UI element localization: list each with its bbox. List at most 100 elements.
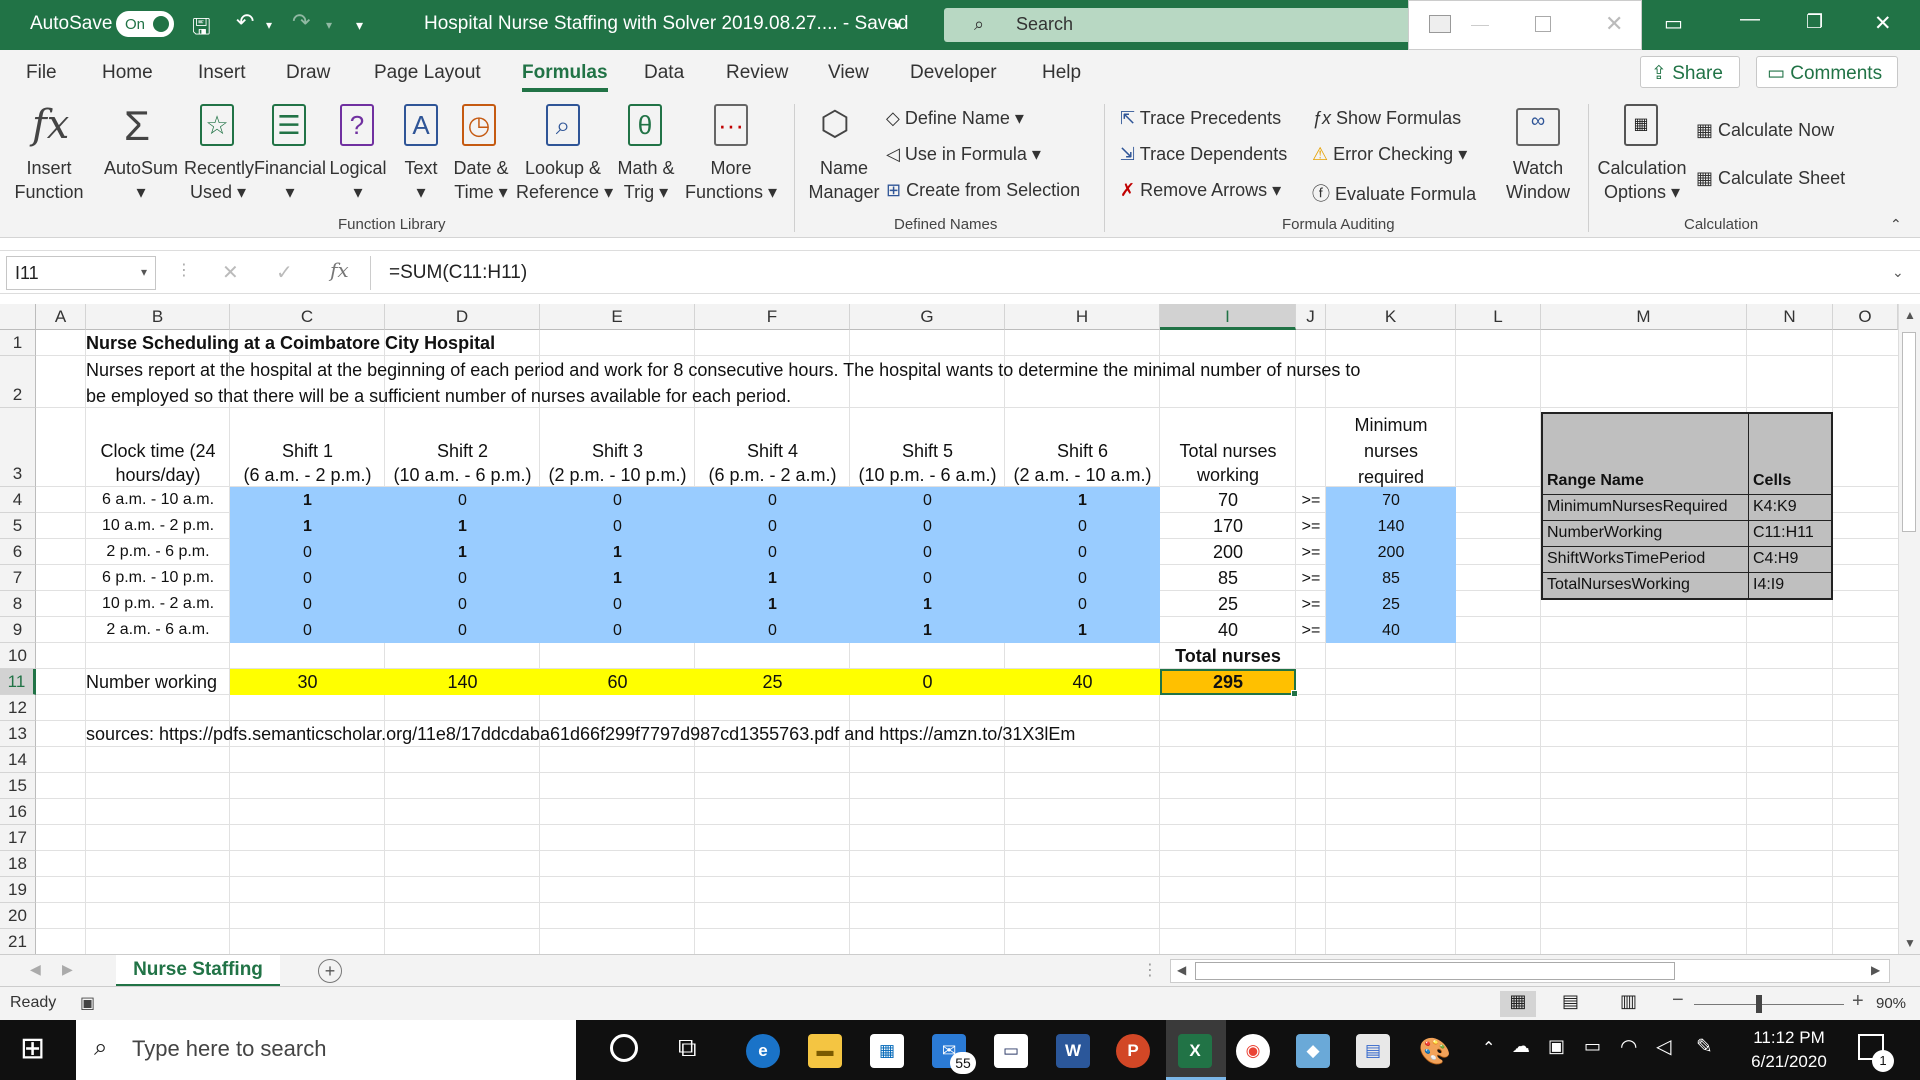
minimum-required-cell[interactable]: 85 [1326, 570, 1456, 588]
show-hidden-icons[interactable]: ⌃ [1482, 1038, 1495, 1058]
text-function-icon[interactable]: A [404, 104, 438, 146]
title-dropdown-icon[interactable]: ▾ [894, 18, 901, 34]
ribbon-display-options-icon[interactable]: ▭ [1664, 11, 1683, 36]
cancel-icon[interactable]: ✕ [222, 260, 239, 285]
autosave-toggle[interactable]: On [116, 11, 174, 37]
shift-cell[interactable]: 0 [695, 518, 850, 536]
minimum-required-cell[interactable]: 140 [1326, 518, 1456, 536]
operator-cell[interactable]: >= [1296, 596, 1326, 614]
shift-cell[interactable]: 1 [385, 518, 540, 536]
math-trig-button[interactable]: Math & Trig ▾ [612, 156, 680, 204]
column-header-k[interactable]: K [1326, 304, 1456, 330]
scroll-up-icon[interactable]: ▲ [1904, 308, 1916, 322]
zoom-slider-track[interactable] [1694, 1004, 1844, 1005]
comments-button[interactable]: ▭ Comments [1756, 56, 1898, 88]
operator-cell[interactable]: >= [1296, 492, 1326, 510]
insert-function-bar-icon[interactable]: fx [330, 258, 349, 282]
calculator-icon[interactable]: ▦ [1624, 104, 1658, 146]
calculate-sheet-button[interactable]: ▦ Calculate Sheet [1696, 168, 1845, 189]
calculate-now-button[interactable]: ▦ Calculate Now [1696, 120, 1834, 141]
document-title[interactable]: Hospital Nurse Staffing with Solver 2019… [424, 13, 908, 35]
shift-cell[interactable]: 0 [850, 544, 1005, 562]
file-explorer-icon[interactable]: ▬ [808, 1034, 842, 1068]
watch-window-button[interactable]: Watch Window [1500, 156, 1576, 204]
row-header-13[interactable]: 13 [0, 721, 36, 747]
zoom-level[interactable]: 90% [1876, 995, 1906, 1012]
row-header-9[interactable]: 9 [0, 617, 36, 643]
normal-view-icon[interactable]: ▦ [1500, 991, 1536, 1017]
battery-icon[interactable]: ▭ [1584, 1036, 1601, 1057]
shift-cell[interactable]: 0 [695, 544, 850, 562]
row-header-8[interactable]: 8 [0, 591, 36, 617]
wifi-icon[interactable]: ◠ [1620, 1034, 1637, 1059]
date-time-button[interactable]: Date & Time ▾ [448, 156, 514, 204]
tab-review[interactable]: Review [726, 62, 788, 84]
vertical-scrollbar[interactable]: ▲ ▼ [1898, 304, 1920, 954]
next-sheet-icon[interactable]: ▶ [62, 961, 73, 978]
tab-formulas[interactable]: Formulas [522, 62, 608, 84]
paint-icon[interactable]: 🎨 [1418, 1034, 1452, 1068]
minimum-required-cell[interactable]: 25 [1326, 596, 1456, 614]
page-layout-view-icon[interactable]: ▤ [1562, 991, 1579, 1012]
use-in-formula-button[interactable]: ◁ Use in Formula ▾ [886, 144, 1041, 165]
error-checking-button[interactable]: ⚠ Error Checking ▾ [1312, 144, 1467, 165]
formula-bar-resize-icon[interactable]: ⋮ [176, 260, 192, 280]
row-header-10[interactable]: 10 [0, 643, 36, 669]
tab-file[interactable]: File [26, 62, 57, 84]
shift-cell[interactable]: 0 [1005, 518, 1160, 536]
tab-insert[interactable]: Insert [198, 62, 246, 84]
shift-cell[interactable]: 0 [850, 492, 1005, 510]
horizontal-scrollbar[interactable]: ◀ ▶ [1170, 959, 1890, 983]
row-header-18[interactable]: 18 [0, 851, 36, 877]
shift-cell[interactable]: 0 [540, 622, 695, 640]
shift-cell[interactable]: 0 [540, 518, 695, 536]
taskbar-clock[interactable]: 11:12 PM 6/21/2020 [1736, 1026, 1842, 1074]
redo-icon[interactable]: ↷ [292, 9, 310, 35]
select-all-corner[interactable] [0, 304, 36, 330]
close-icon[interactable]: ✕ [1874, 11, 1892, 36]
recently-used-button[interactable]: Recently Used ▾ [184, 156, 254, 204]
shift-cell[interactable]: 0 [230, 544, 385, 562]
tray-app-icon[interactable]: ▣ [1548, 1036, 1565, 1057]
number-working-cell[interactable]: 25 [695, 672, 850, 693]
add-sheet-icon[interactable]: + [318, 959, 342, 983]
row-header-16[interactable]: 16 [0, 799, 36, 825]
row-header-19[interactable]: 19 [0, 877, 36, 903]
total-working-cell[interactable]: 200 [1160, 542, 1296, 563]
shift-cell[interactable]: 0 [695, 622, 850, 640]
accessibility-icon[interactable]: ▣ [80, 993, 95, 1013]
row-header-12[interactable]: 12 [0, 695, 36, 721]
more-functions-icon[interactable]: ··· [714, 104, 748, 146]
remove-arrows-button[interactable]: ✗ Remove Arrows ▾ [1120, 180, 1281, 201]
zoom-in-icon[interactable]: + [1852, 990, 1864, 1013]
credential-app-icon[interactable]: ▭ [994, 1034, 1028, 1068]
recently-used-icon[interactable]: ☆ [200, 104, 234, 146]
row-header-11[interactable]: 11 [0, 669, 36, 695]
column-header-d[interactable]: D [385, 304, 540, 330]
shift-cell[interactable]: 0 [1005, 596, 1160, 614]
tab-draw[interactable]: Draw [286, 62, 330, 84]
shift-cell[interactable]: 1 [540, 544, 695, 562]
redo-dropdown-icon[interactable]: ▾ [326, 18, 332, 32]
customize-qat-icon[interactable]: ▾ [356, 17, 363, 34]
row-header-21[interactable]: 21 [0, 929, 36, 954]
trace-dependents-button[interactable]: ⇲ Trace Dependents [1120, 144, 1287, 165]
row-header-5[interactable]: 5 [0, 513, 36, 539]
minimum-required-cell[interactable]: 200 [1326, 544, 1456, 562]
shift-cell[interactable]: 1 [1005, 622, 1160, 640]
volume-icon[interactable]: ◁ [1656, 1034, 1671, 1059]
number-working-cell[interactable]: 40 [1005, 672, 1160, 693]
math-trig-icon[interactable]: θ [628, 104, 662, 146]
previous-sheet-icon[interactable]: ◀ [30, 961, 41, 978]
shift-cell[interactable]: 1 [540, 570, 695, 588]
shift-cell[interactable]: 1 [230, 492, 385, 510]
minimum-required-cell[interactable]: 40 [1326, 622, 1456, 640]
name-manager-icon[interactable]: ⬡ [820, 104, 850, 144]
shift-cell[interactable]: 0 [385, 596, 540, 614]
row-header-2[interactable]: 2 [0, 356, 36, 408]
operator-cell[interactable]: >= [1296, 570, 1326, 588]
total-working-cell[interactable]: 85 [1160, 568, 1296, 589]
restore-icon[interactable]: ❐ [1806, 11, 1823, 34]
total-working-cell[interactable]: 40 [1160, 620, 1296, 641]
collapse-ribbon-icon[interactable]: ⌃ [1890, 216, 1902, 233]
